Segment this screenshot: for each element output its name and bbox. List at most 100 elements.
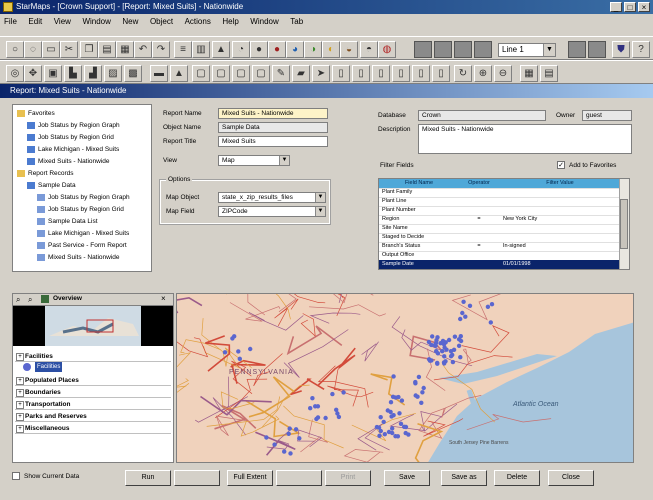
pencil-icon[interactable]: ✎ — [272, 65, 290, 82]
tree-item[interactable]: Lake Michigan - Mixed Suits — [27, 145, 119, 155]
shield-icon[interactable]: ⛊ — [612, 41, 630, 58]
facility-point[interactable] — [432, 343, 437, 348]
scrollbar-thumb[interactable] — [620, 199, 628, 249]
menu-object[interactable]: Object — [150, 15, 173, 29]
layer-miscellaneous[interactable]: Miscellaneous — [15, 424, 171, 434]
map-field-select[interactable]: ZIPCode ▼ — [218, 206, 326, 217]
facility-point[interactable] — [237, 356, 242, 361]
buildings-icon[interactable]: ▟ — [84, 65, 102, 82]
layer-facilities[interactable]: Facilities — [15, 352, 171, 362]
facility-point[interactable] — [397, 411, 402, 416]
green-globe-icon[interactable]: ◑ — [304, 41, 322, 58]
facility-point[interactable] — [452, 334, 458, 339]
redo-icon[interactable]: ↷ — [152, 41, 170, 58]
blue-globe-icon[interactable]: ◕ — [286, 41, 304, 58]
calendar-icon[interactable]: ▤ — [540, 65, 558, 82]
layer-populated-places[interactable]: Populated Places — [15, 376, 171, 386]
facility-point[interactable] — [222, 350, 228, 355]
view-select[interactable]: Map ▼ — [218, 155, 290, 166]
line-style-select[interactable]: Line 1 ▼ — [498, 43, 556, 57]
map-icon[interactable]: ▨ — [104, 65, 122, 82]
facility-point[interactable] — [413, 379, 418, 385]
close-icon[interactable]: × — [161, 294, 166, 303]
frame-3-icon[interactable]: ▢ — [252, 65, 270, 82]
facility-point[interactable] — [426, 339, 432, 345]
facility-point[interactable] — [286, 431, 291, 436]
facility-point[interactable] — [458, 316, 463, 322]
fill-swatch-3-icon[interactable] — [454, 41, 472, 58]
tree-item[interactable]: Sample Data List — [37, 217, 98, 227]
facility-point[interactable] — [330, 391, 335, 397]
facility-point[interactable] — [388, 400, 394, 405]
menu-window-2[interactable]: Window — [250, 15, 278, 29]
line-style-1-icon[interactable] — [568, 41, 586, 58]
facility-point[interactable] — [461, 299, 466, 304]
map-object-select[interactable]: state_x_zip_results_files ▼ — [218, 192, 326, 203]
overview-thumbnail[interactable] — [13, 306, 173, 346]
facility-point[interactable] — [341, 390, 346, 395]
layer-boundaries[interactable]: Boundaries — [15, 388, 171, 398]
close-button[interactable]: Close — [548, 470, 594, 486]
menu-file[interactable]: File — [4, 15, 17, 29]
pan-icon[interactable]: ✥ — [24, 65, 42, 82]
facility-point[interactable] — [403, 424, 409, 430]
filter-row[interactable]: Sample Date 01/01/1998 — [379, 260, 619, 269]
facility-point[interactable] — [456, 343, 462, 348]
facility-point[interactable] — [313, 404, 318, 409]
full-extent-button[interactable]: Full Extent — [227, 470, 273, 486]
facility-point[interactable] — [463, 314, 468, 319]
grid-icon[interactable]: ▩ — [124, 65, 142, 82]
facility-point[interactable] — [467, 303, 473, 308]
line-style-2-icon[interactable] — [588, 41, 606, 58]
layer-parks-and-reserves[interactable]: Parks and Reserves — [15, 412, 171, 422]
map-canvas[interactable]: PENNSYLVANIA Atlantic Ocean South Jersey… — [177, 294, 634, 463]
cursor-icon[interactable]: ➤ — [312, 65, 330, 82]
paint-icon[interactable]: ▰ — [292, 65, 310, 82]
facility-point[interactable] — [385, 408, 390, 413]
print-icon[interactable]: ▦ — [116, 41, 134, 58]
print-button[interactable]: Print — [325, 470, 371, 486]
facility-point[interactable] — [272, 442, 277, 447]
save-button[interactable]: Save — [384, 470, 430, 486]
menu-new[interactable]: New — [122, 15, 138, 29]
facility-point[interactable] — [287, 426, 292, 431]
facility-point[interactable] — [416, 374, 422, 380]
maximize-icon[interactable]: □ — [624, 2, 636, 12]
facility-point[interactable] — [378, 415, 383, 420]
facility-point[interactable] — [297, 436, 302, 441]
fill-swatch-4-icon[interactable] — [474, 41, 492, 58]
facility-point[interactable] — [232, 334, 237, 339]
list-icon[interactable]: ≡ — [174, 41, 192, 58]
frame-icon[interactable]: ▢ — [212, 65, 230, 82]
facility-point[interactable] — [485, 304, 491, 309]
facility-point[interactable] — [399, 398, 405, 403]
tree-item[interactable]: Past Service - Form Report — [37, 241, 127, 251]
facility-point[interactable] — [377, 433, 382, 438]
zoom-icon[interactable]: ◎ — [6, 65, 24, 82]
footer-button-4[interactable] — [276, 470, 322, 486]
menu-window[interactable]: Window — [82, 15, 110, 29]
facility-point[interactable] — [308, 406, 313, 411]
earth-icon[interactable]: ◒ — [340, 41, 358, 58]
tree-item[interactable]: Job Status by Region Grid — [27, 133, 114, 143]
chart-icon[interactable]: ▲ — [212, 41, 230, 58]
contrast-icon[interactable]: ◓ — [360, 41, 378, 58]
cut-icon[interactable]: ✂ — [60, 41, 78, 58]
globe-icon[interactable]: ● — [250, 41, 268, 58]
tree-item[interactable]: Job Status by Region Graph — [27, 121, 120, 131]
undo-icon[interactable]: ↶ — [134, 41, 152, 58]
facility-point[interactable] — [264, 435, 269, 440]
facility-point[interactable] — [390, 394, 396, 399]
report-name-field[interactable]: Mixed Suits - Nationwide — [218, 108, 328, 119]
description-field[interactable]: Mixed Suits - Nationwide — [418, 124, 632, 154]
new-icon[interactable]: ○ — [6, 41, 24, 58]
doc-2-icon[interactable]: ▯ — [352, 65, 370, 82]
tree-item[interactable]: Mixed Suits - Nationwide — [37, 253, 120, 263]
tree-item[interactable]: Mixed Suits - Nationwide — [27, 157, 110, 167]
facility-point[interactable] — [378, 428, 383, 434]
facility-point[interactable] — [450, 359, 456, 365]
layer-icon[interactable]: ◍ — [378, 41, 396, 58]
facility-point[interactable] — [403, 430, 408, 436]
facility-point[interactable] — [421, 385, 426, 391]
doc-icon[interactable]: ▯ — [332, 65, 350, 82]
